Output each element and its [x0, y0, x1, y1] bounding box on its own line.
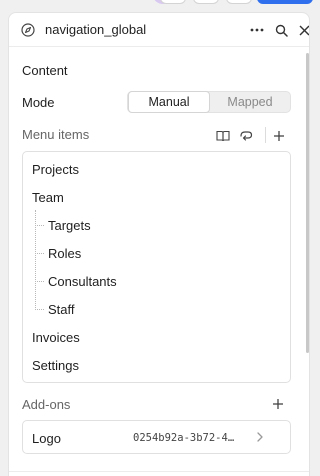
- addon-row-logo[interactable]: Logo 0254b92a-3b72-4…: [22, 420, 291, 454]
- tree-connector: [35, 225, 44, 226]
- tree-connector: [35, 309, 44, 310]
- menu-item-targets[interactable]: Targets: [48, 218, 91, 233]
- top-toolbar-fragment: [0, 0, 314, 6]
- menu-item-team[interactable]: Team: [32, 190, 64, 205]
- mode-option-manual[interactable]: Manual: [128, 91, 210, 113]
- primary-button[interactable]: [257, 0, 313, 4]
- mode-segmented-control: Manual Mapped: [127, 91, 291, 113]
- panel-title: navigation_global: [45, 22, 147, 37]
- add-addon-icon[interactable]: [271, 397, 285, 411]
- mode-label: Mode: [22, 95, 55, 110]
- toolbar-button[interactable]: [226, 0, 252, 4]
- addon-name: Logo: [32, 431, 61, 446]
- menu-item-invoices[interactable]: Invoices: [32, 330, 80, 345]
- menu-item-projects[interactable]: Projects: [32, 162, 79, 177]
- compass-icon: [21, 23, 35, 37]
- more-icon[interactable]: [249, 22, 265, 38]
- add-menu-item-icon[interactable]: [271, 128, 287, 144]
- toolbar-button[interactable]: [193, 0, 219, 4]
- search-icon[interactable]: [273, 22, 289, 38]
- menu-item-roles[interactable]: Roles: [48, 246, 81, 261]
- chevron-right-icon: [257, 432, 263, 442]
- panel-header: navigation_global: [9, 13, 309, 47]
- content-section-label: Content: [22, 63, 68, 78]
- addons-label: Add-ons: [22, 397, 71, 412]
- tree-connector: [35, 253, 44, 254]
- addon-id: 0254b92a-3b72-4…: [133, 432, 235, 444]
- tree-connector: [35, 281, 44, 282]
- properties-panel: navigation_global Content Mode Manual Ma…: [8, 12, 310, 476]
- menu-items-list: Projects Team Targets Roles Consultants …: [22, 151, 291, 383]
- toolbar-button[interactable]: [160, 0, 186, 4]
- scrollbar[interactable]: [306, 53, 309, 353]
- close-icon[interactable]: [296, 22, 309, 38]
- divider: [265, 127, 266, 143]
- menu-items-label: Menu items: [22, 127, 90, 142]
- menu-item-settings[interactable]: Settings: [32, 358, 79, 373]
- link-icon[interactable]: [238, 128, 254, 144]
- divider: [9, 471, 309, 472]
- menu-item-consultants[interactable]: Consultants: [48, 274, 117, 289]
- book-icon[interactable]: [215, 128, 231, 144]
- menu-item-staff[interactable]: Staff: [48, 302, 75, 317]
- mode-option-mapped[interactable]: Mapped: [210, 92, 290, 112]
